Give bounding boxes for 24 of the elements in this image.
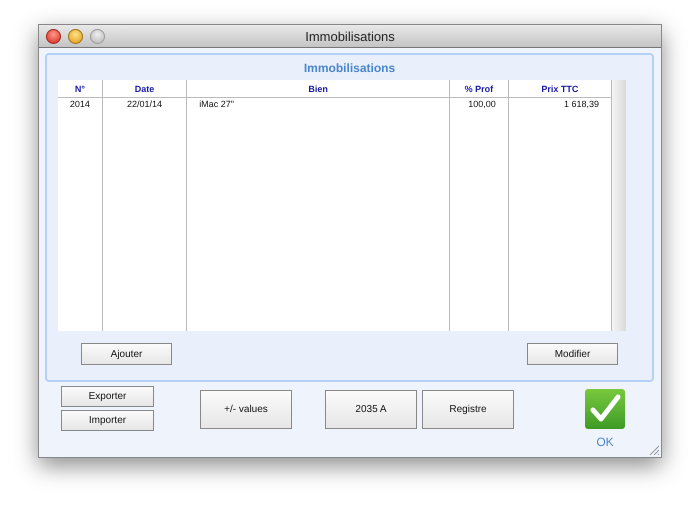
column-header[interactable]: Bien [186,80,450,98]
action-button[interactable]: 2035 A [325,390,417,429]
window-title: Immobilisations [305,28,395,44]
action-button[interactable]: Importer [61,410,154,431]
table-cell: iMac 27" [186,98,450,112]
minimize-button[interactable] [68,28,83,44]
action-button[interactable]: +/- values [200,390,292,429]
table-cell: 2014 [58,98,102,112]
action-button[interactable]: Registre [422,390,514,429]
column-header[interactable]: Date [102,80,187,98]
scrollbar[interactable] [612,80,626,331]
table-cell: 22/01/14 [102,98,187,112]
panel-title: Immobilisations [302,60,396,77]
action-button[interactable]: Exporter [61,386,154,407]
zoom-button[interactable] [90,28,105,44]
table-cell: 100,00 [450,98,508,112]
checkmark-icon[interactable] [585,389,625,429]
column-header[interactable]: % Prof [450,80,508,98]
close-button[interactable] [46,28,61,44]
resize-grip-icon[interactable] [649,445,659,455]
column-header[interactable]: Prix TTC [508,80,612,98]
action-button[interactable]: Modifier [527,343,618,365]
action-button[interactable]: Ajouter [81,343,172,365]
column-header[interactable]: N° [58,80,102,98]
